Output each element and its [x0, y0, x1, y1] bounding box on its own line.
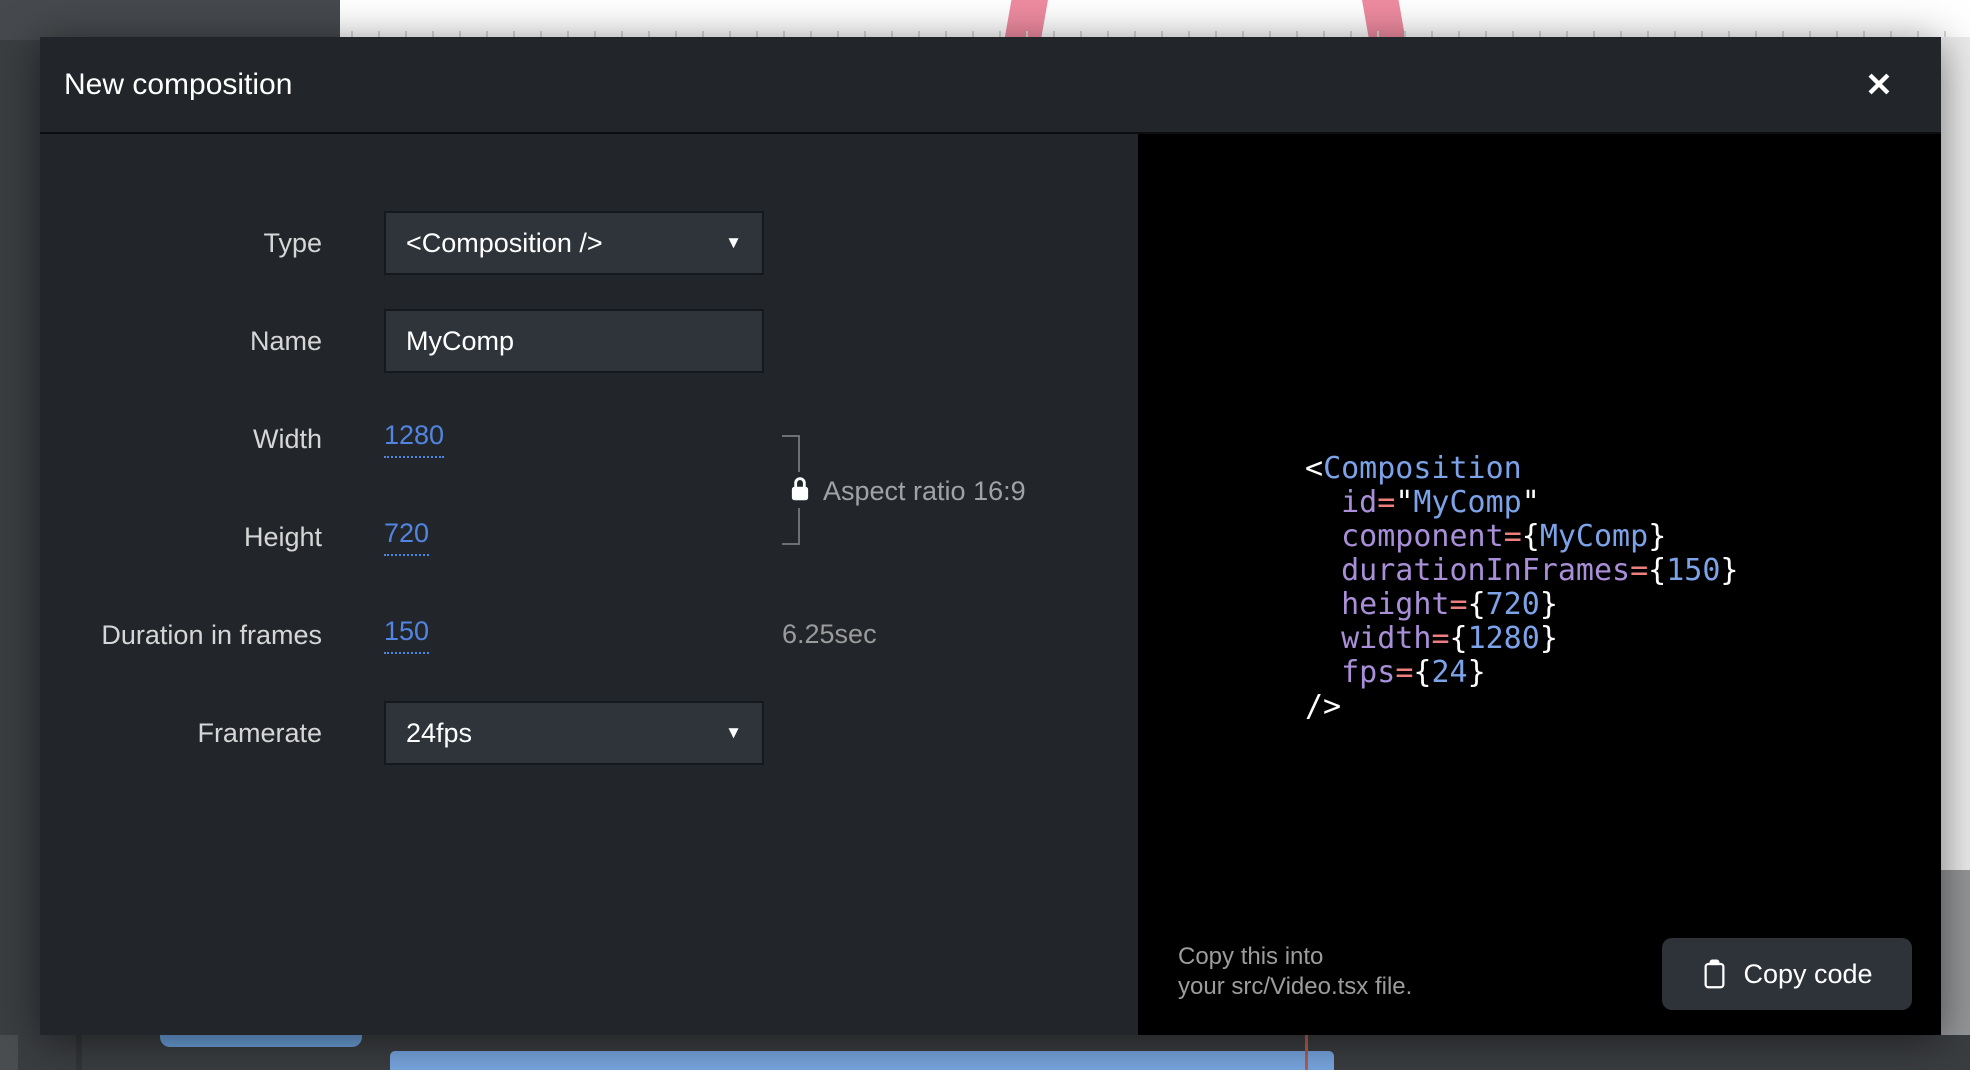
framerate-select[interactable]: 24fps ▼ — [384, 701, 764, 765]
name-label: Name — [40, 326, 322, 357]
clipboard-icon — [1701, 959, 1728, 990]
height-value[interactable]: 720 — [384, 518, 429, 556]
dialog-title: New composition — [64, 37, 292, 132]
top-left-panel — [0, 0, 340, 40]
duration-value[interactable]: 150 — [384, 616, 429, 654]
copy-code-button[interactable]: Copy code — [1662, 938, 1912, 1010]
dialog-header: New composition ✕ — [40, 37, 1941, 132]
form-row-name: Name — [40, 309, 1138, 373]
timeline-playhead — [1305, 1035, 1308, 1070]
framerate-label: Framerate — [40, 718, 322, 749]
framerate-select-value: 24fps — [406, 718, 472, 749]
form-row-height: Height 720 — [40, 505, 1138, 569]
form-row-type: Type <Composition /> ▼ — [40, 211, 1138, 275]
type-select[interactable]: <Composition /> ▼ — [384, 211, 764, 275]
timeline-sidebar — [0, 1035, 18, 1070]
timeline-tab — [160, 1035, 362, 1047]
width-value[interactable]: 1280 — [384, 420, 444, 458]
type-select-value: <Composition /> — [406, 228, 603, 259]
form-row-duration: Duration in frames 150 — [40, 603, 1138, 667]
app-screen: New composition ✕ Type <Composition /> ▼… — [0, 0, 1970, 1070]
width-label: Width — [40, 424, 322, 455]
chevron-down-icon: ▼ — [725, 723, 742, 743]
dialog-body: Type <Composition /> ▼ Name Width 1280 H… — [40, 134, 1941, 1035]
copy-hint: Copy this into your src/Video.tsx file. — [1178, 942, 1412, 1002]
name-input[interactable] — [384, 309, 764, 373]
duration-seconds-label: 6.25sec — [782, 617, 877, 651]
height-label: Height — [40, 522, 322, 553]
aspect-ratio-label: Aspect ratio 16:9 — [823, 475, 1026, 507]
form-row-width: Width 1280 — [40, 407, 1138, 471]
timeline-track-bar — [390, 1051, 1334, 1070]
duration-label: Duration in frames — [40, 620, 322, 651]
chevron-down-icon: ▼ — [725, 233, 742, 253]
copy-code-label: Copy code — [1743, 959, 1872, 990]
form-row-framerate: Framerate 24fps ▼ — [40, 701, 1138, 765]
composition-form: Type <Composition /> ▼ Name Width 1280 H… — [40, 134, 1138, 1035]
code-block: <Composition id="MyComp" component={MyCo… — [1305, 452, 1738, 724]
close-icon: ✕ — [1865, 66, 1893, 103]
type-label: Type — [40, 228, 322, 259]
close-button[interactable]: ✕ — [1857, 63, 1901, 107]
timeline-area — [0, 1035, 1970, 1070]
copy-hint-line1: Copy this into — [1178, 942, 1412, 972]
new-composition-dialog: New composition ✕ Type <Composition /> ▼… — [40, 37, 1941, 1035]
lock-icon[interactable] — [785, 472, 815, 508]
code-preview-panel: <Composition id="MyComp" component={MyCo… — [1138, 134, 1941, 1035]
timeline-divider — [76, 1035, 82, 1070]
copy-hint-line2: your src/Video.tsx file. — [1178, 972, 1412, 1002]
